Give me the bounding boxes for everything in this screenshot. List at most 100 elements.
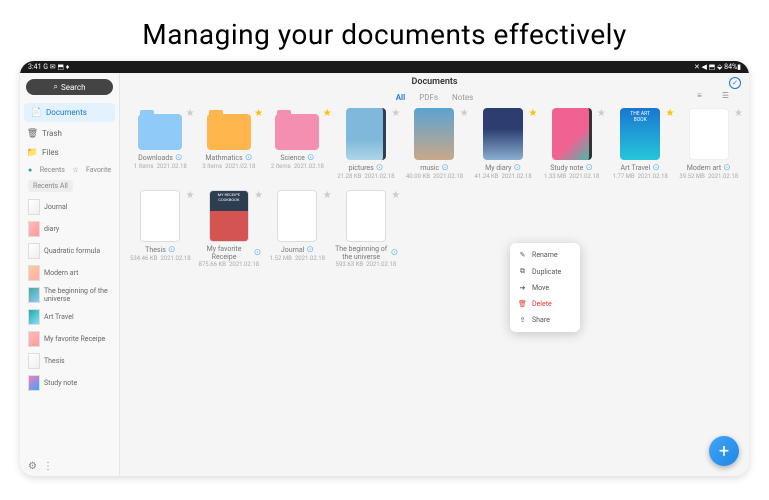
list-view-icon[interactable]: ☰ [722, 91, 729, 100]
item-date: 2021.02.18 [157, 163, 187, 170]
item-date: 2021.02.18 [364, 173, 394, 180]
star-icon[interactable]: ★ [528, 108, 537, 119]
recent-item[interactable]: Quadratic formula [20, 240, 119, 262]
item-size: 1.77 MB [613, 173, 635, 180]
search-button[interactable]: ⌕ Search [26, 79, 113, 95]
context-duplicate[interactable]: ⧉Duplicate [510, 263, 580, 280]
star-icon[interactable]: ★ [186, 108, 195, 119]
recent-item[interactable]: Thesis [20, 350, 119, 372]
star-icon[interactable]: ★ [734, 108, 743, 119]
star-icon[interactable]: ★ [391, 190, 400, 201]
add-button[interactable]: + [709, 436, 739, 466]
rename-icon: ✎ [518, 251, 527, 259]
recent-thumb [28, 199, 40, 215]
star-icon[interactable]: ★ [254, 190, 263, 201]
favorite-label[interactable]: Favorite [86, 166, 111, 174]
content-area: Documents ✓ All PDFs Notes ≡ ☰ ★ Downloa… [120, 73, 749, 476]
grid-item[interactable]: ★ Study note⊙ 1.33 MB2021.02.18 [539, 108, 604, 180]
star-icon[interactable]: ★ [254, 108, 263, 119]
recent-item[interactable]: Study note [20, 372, 119, 394]
item-name: Science [280, 154, 304, 162]
menu-icon[interactable]: ⋮ [43, 461, 53, 472]
item-thumb [414, 108, 454, 160]
recent-item[interactable]: The beginning of the universe [20, 284, 119, 306]
recent-thumb [28, 265, 40, 281]
item-size: 593.63 KB [336, 261, 363, 268]
item-date: 2021.02.18 [229, 261, 259, 268]
item-date: 2021.02.18 [708, 173, 738, 180]
tab-all[interactable]: All [396, 93, 406, 102]
item-name: My diary [485, 164, 511, 172]
nav-item-trash[interactable]: 🗑Trash [20, 124, 119, 143]
item-date: 2021.02.18 [294, 163, 324, 170]
item-more-icon[interactable]: ⊙ [441, 163, 449, 173]
item-more-icon[interactable]: ⊙ [254, 248, 262, 258]
item-date: 2021.02.18 [160, 255, 190, 262]
item-more-icon[interactable]: ⊙ [245, 153, 253, 163]
context-share[interactable]: ⇪Share [510, 312, 580, 328]
item-more-icon[interactable]: ⊙ [175, 153, 183, 163]
star-icon[interactable]: ★ [186, 190, 195, 201]
recents-icon: ● [28, 166, 32, 174]
recent-item[interactable]: My favorite Receipe [20, 328, 119, 350]
item-name: pictures [349, 164, 374, 172]
filter-tabs: All PDFs Notes ≡ ☰ [120, 91, 749, 108]
nav-item-files[interactable]: 📁Files [20, 143, 119, 162]
star-icon[interactable]: ★ [665, 108, 674, 119]
star-icon[interactable]: ★ [323, 108, 332, 119]
recent-list: JournaldiaryQuadratic formulaModern artT… [20, 196, 119, 457]
grid-item[interactable]: ★ Thesis⊙ 534.46 KB2021.02.18 [128, 190, 193, 268]
item-name: Thesis [145, 246, 166, 254]
item-name: The beginning of the universe [334, 245, 389, 261]
item-more-icon[interactable]: ⊙ [307, 153, 315, 163]
tab-notes[interactable]: Notes [452, 93, 473, 102]
item-more-icon[interactable]: ⊙ [306, 245, 314, 255]
nav-item-documents[interactable]: 📄Documents [24, 103, 115, 122]
item-more-icon[interactable]: ⊙ [168, 245, 176, 255]
item-more-icon[interactable]: ⊙ [376, 163, 384, 173]
recents-label[interactable]: Recents [40, 166, 65, 174]
recent-item[interactable]: diary [20, 218, 119, 240]
grid-item[interactable]: ★ Science⊙ 2 items2021.02.18 [265, 108, 330, 180]
grid-item[interactable]: ★ The beginning of the universe⊙ 593.63 … [334, 190, 399, 268]
item-more-icon[interactable]: ⊙ [391, 248, 399, 258]
star-icon[interactable]: ★ [460, 108, 469, 119]
item-date: 2021.02.18 [569, 173, 599, 180]
recent-item[interactable]: Art Travel [20, 306, 119, 328]
select-mode-button[interactable]: ✓ [729, 77, 741, 89]
item-more-icon[interactable]: ⊙ [585, 163, 593, 173]
filter-icon[interactable]: ≡ [697, 91, 702, 100]
recent-item[interactable]: Journal [20, 196, 119, 218]
context-delete[interactable]: 🗑Delete [510, 296, 580, 312]
trash-icon: 🗑 [28, 129, 37, 138]
item-name: Study note [550, 164, 583, 172]
star-icon[interactable]: ★ [391, 108, 400, 119]
grid-item[interactable]: ★ My diary⊙ 41.24 KB2021.02.18 [471, 108, 536, 180]
plus-icon: + [719, 441, 729, 462]
grid-item[interactable]: ★ Mathmatics⊙ 3 items2021.02.18 [197, 108, 262, 180]
item-name: My favorite Receipe [197, 245, 252, 261]
grid-item[interactable]: THE ART BOOK ★ Art Travel⊙ 1.77 MB2021.0… [608, 108, 673, 180]
star-icon[interactable]: ★ [597, 108, 606, 119]
grid-item[interactable]: ★ Modern art⊙ 39.52 MB2021.02.18 [676, 108, 741, 180]
item-more-icon[interactable]: ⊙ [652, 163, 660, 173]
item-size: 875.66 KB [199, 261, 226, 268]
item-thumb [277, 190, 317, 242]
grid-item[interactable]: ★ pictures⊙ 21.28 KB2021.02.18 [334, 108, 399, 180]
context-move[interactable]: ➔Move [510, 280, 580, 296]
recent-thumb [28, 331, 40, 347]
grid-item[interactable]: ★ Journal⊙ 1.52 MB2021.02.18 [265, 190, 330, 268]
recent-item[interactable]: Modern art [20, 262, 119, 284]
item-name: Modern art [687, 164, 721, 172]
context-rename[interactable]: ✎Rename [510, 247, 580, 263]
item-thumb [552, 108, 592, 160]
recents-all-tab[interactable]: Recents All [28, 180, 73, 192]
item-more-icon[interactable]: ⊙ [513, 163, 521, 173]
grid-item[interactable]: ★ Downloads⊙ 1 items2021.02.18 [128, 108, 193, 180]
settings-icon[interactable]: ⚙ [28, 461, 37, 472]
grid-item[interactable]: ★ music⊙ 40.00 KB2021.02.18 [402, 108, 467, 180]
item-more-icon[interactable]: ⊙ [723, 163, 731, 173]
tab-pdfs[interactable]: PDFs [419, 93, 438, 102]
grid-item[interactable]: MY RECEIPE COOKBOOK ★ My favorite Receip… [197, 190, 262, 268]
star-icon[interactable]: ★ [323, 190, 332, 201]
